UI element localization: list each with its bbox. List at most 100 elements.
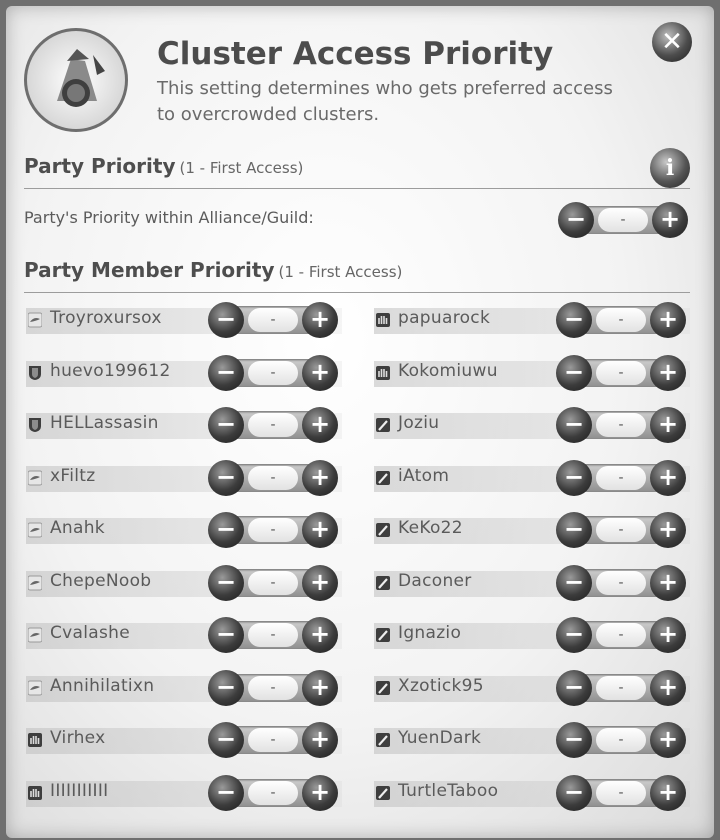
minus-icon: − xyxy=(215,462,237,491)
priority-plus-button[interactable]: + xyxy=(650,564,686,601)
priority-value: - xyxy=(248,413,298,437)
plus-icon: + xyxy=(657,357,679,386)
priority-minus-button[interactable]: − xyxy=(208,354,244,391)
plus-icon: + xyxy=(309,725,331,753)
priority-value: - xyxy=(596,570,646,595)
member-name: huevo199612 xyxy=(50,360,171,381)
party-divider xyxy=(24,188,690,189)
priority-plus-button[interactable]: + xyxy=(302,512,338,548)
sword-icon xyxy=(376,575,390,591)
priority-minus-button[interactable]: − xyxy=(556,407,592,443)
priority-minus-button[interactable]: − xyxy=(208,302,244,338)
priority-minus-button[interactable]: − xyxy=(208,407,244,443)
priority-value: - xyxy=(248,780,298,805)
priority-plus-button[interactable]: + xyxy=(650,617,686,653)
minus-icon: − xyxy=(563,567,585,596)
priority-minus-button[interactable]: − xyxy=(208,564,244,601)
priority-value: - xyxy=(248,308,298,332)
priority-plus-button[interactable]: + xyxy=(650,669,686,706)
page-subtitle: This setting determines who gets preferr… xyxy=(157,78,613,125)
minus-icon: − xyxy=(563,620,585,648)
priority-plus-button[interactable]: + xyxy=(650,459,686,496)
minus-icon: − xyxy=(563,777,585,806)
minus-icon: − xyxy=(215,357,237,386)
priority-minus-button[interactable]: − xyxy=(208,722,244,758)
priority-plus-button[interactable]: + xyxy=(302,774,338,811)
sword-icon xyxy=(376,522,390,538)
plus-icon: + xyxy=(657,567,679,596)
priority-plus-button[interactable]: + xyxy=(302,302,338,338)
plus-icon: + xyxy=(309,410,331,438)
priority-plus-button[interactable]: + xyxy=(302,354,338,391)
priority-minus-button[interactable]: − xyxy=(556,512,592,548)
hand-icon xyxy=(376,312,390,328)
plus-icon: + xyxy=(657,515,679,543)
priority-minus-button[interactable]: − xyxy=(208,617,244,653)
priority-minus-button[interactable]: − xyxy=(208,512,244,548)
member-priority-stepper: − - + xyxy=(556,615,686,655)
alliance-plus-button[interactable]: + xyxy=(652,202,688,238)
priority-value: - xyxy=(596,308,646,332)
plus-icon: + xyxy=(657,305,679,333)
priority-plus-button[interactable]: + xyxy=(302,407,338,443)
priority-value: - xyxy=(248,675,298,700)
priority-minus-button[interactable]: − xyxy=(556,722,592,758)
priority-minus-button[interactable]: − xyxy=(556,617,592,653)
priority-minus-button[interactable]: − xyxy=(208,459,244,496)
member-name: KeKo22 xyxy=(398,518,463,538)
priority-minus-button[interactable]: − xyxy=(556,774,592,811)
priority-plus-button[interactable]: + xyxy=(302,459,338,496)
member-priority-heading: Party Member Priority (1 - First Access) xyxy=(24,258,402,282)
minus-icon: − xyxy=(563,410,585,438)
minus-icon: − xyxy=(563,725,585,753)
priority-plus-button[interactable]: + xyxy=(650,774,686,811)
priority-plus-button[interactable]: + xyxy=(650,407,686,443)
member-name: Anahk xyxy=(50,518,105,538)
priority-value: - xyxy=(596,518,646,542)
member-priority-note: (1 - First Access) xyxy=(278,263,403,281)
sword-icon xyxy=(376,680,390,696)
priority-plus-button[interactable]: + xyxy=(302,564,338,601)
minus-icon: − xyxy=(215,725,237,753)
plus-icon: + xyxy=(657,410,679,438)
priority-value: - xyxy=(248,518,298,542)
member-name: xFiltz xyxy=(50,465,96,486)
priority-minus-button[interactable]: − xyxy=(556,302,592,338)
member-name: Daconer xyxy=(398,570,472,591)
priority-plus-button[interactable]: + xyxy=(302,722,338,758)
priority-minus-button[interactable]: − xyxy=(556,564,592,601)
priority-value: - xyxy=(248,465,298,490)
priority-plus-button[interactable]: + xyxy=(302,617,338,653)
party-priority-heading: Party Priority (1 - First Access) xyxy=(24,154,303,178)
member-name: Joziu xyxy=(398,413,440,433)
minus-icon: − xyxy=(563,515,585,543)
plus-icon: + xyxy=(657,462,679,491)
priority-plus-button[interactable]: + xyxy=(302,669,338,706)
priority-plus-button[interactable]: + xyxy=(650,354,686,391)
hand-icon xyxy=(376,365,390,381)
alliance-minus-button[interactable]: − xyxy=(558,202,594,238)
info-button[interactable]: i xyxy=(650,148,690,188)
member-priority-stepper: − - + xyxy=(556,458,686,498)
shield-icon xyxy=(28,365,42,381)
priority-plus-button[interactable]: + xyxy=(650,302,686,338)
member-name: Xzotick95 xyxy=(398,675,484,696)
priority-plus-button[interactable]: + xyxy=(650,722,686,758)
priority-plus-button[interactable]: + xyxy=(650,512,686,548)
close-button[interactable]: ✕ xyxy=(652,22,692,62)
member-divider xyxy=(24,292,690,293)
plus-icon: + xyxy=(309,305,331,333)
priority-minus-button[interactable]: − xyxy=(208,669,244,706)
priority-minus-button[interactable]: − xyxy=(556,459,592,496)
priority-value: - xyxy=(596,780,646,805)
member-priority-stepper: − - + xyxy=(208,458,338,498)
priority-minus-button[interactable]: − xyxy=(556,354,592,391)
member-priority-stepper: − - + xyxy=(208,773,338,813)
plus-icon: + xyxy=(309,357,331,386)
priority-minus-button[interactable]: − xyxy=(208,774,244,811)
member-name: iAtom xyxy=(398,465,450,486)
priority-value: - xyxy=(248,728,298,752)
priority-minus-button[interactable]: − xyxy=(556,669,592,706)
bird-icon xyxy=(27,470,43,486)
shield-icon xyxy=(28,417,42,433)
